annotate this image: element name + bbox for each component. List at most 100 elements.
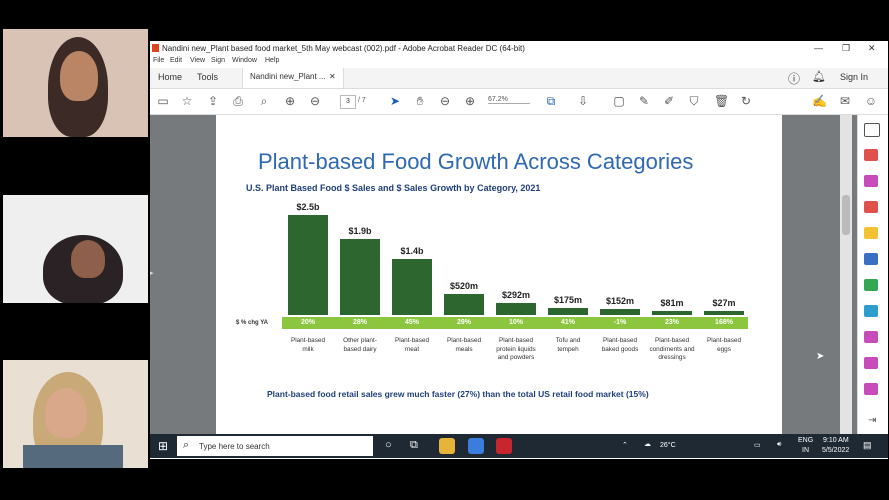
tab-home[interactable]: Home xyxy=(158,72,182,82)
tray-overflow-icon[interactable]: ⌃ xyxy=(622,441,628,449)
select-cursor-icon[interactable]: ➤ xyxy=(388,94,402,108)
category-label: Plant-based eggs xyxy=(706,337,742,353)
comment-icon[interactable]: ▢ xyxy=(612,94,626,108)
menu-view[interactable]: View xyxy=(190,57,205,64)
maximize-icon[interactable]: ❐ xyxy=(842,43,850,54)
print-icon[interactable]: ⎙ xyxy=(231,94,245,108)
comment-tool-icon[interactable] xyxy=(864,227,878,239)
notifications-icon[interactable]: ▤ xyxy=(863,440,872,451)
combine-files-icon[interactable] xyxy=(864,253,878,265)
help-icon[interactable]: ⓘ xyxy=(788,70,800,87)
bar-value-label: $520m xyxy=(449,281,479,292)
upload-cloud-icon[interactable]: ⇪ xyxy=(206,94,220,108)
edit-pdf-icon[interactable] xyxy=(864,175,878,187)
acrobat-app-icon xyxy=(152,44,159,52)
delete-icon[interactable]: 🗑︎ xyxy=(714,94,729,108)
scroll-mode-icon[interactable]: ⇩ xyxy=(576,94,590,108)
chart-bar xyxy=(600,308,640,315)
slide-subtitle: U.S. Plant Based Food $ Sales and $ Sale… xyxy=(246,183,541,193)
highlight-pen-icon[interactable]: ✎ xyxy=(637,94,651,108)
page-down-icon[interactable]: ⊖ xyxy=(308,94,322,108)
request-signature-icon[interactable] xyxy=(864,357,878,369)
bar-value-label: $1.9b xyxy=(348,226,372,236)
compress-pdf-icon[interactable] xyxy=(864,305,878,317)
sign-in-button[interactable]: Sign In xyxy=(840,72,868,82)
export-pdf-icon[interactable] xyxy=(864,201,878,213)
page-number-input[interactable]: 3 xyxy=(340,95,356,109)
left-panel-toggle-icon[interactable]: ▸ xyxy=(150,269,156,277)
taskbar-search-placeholder: Type here to search xyxy=(199,442,270,451)
clock-time[interactable]: 9:10 AM xyxy=(823,437,849,444)
category-label: Plant-based milk xyxy=(290,337,326,353)
participant-video-1[interactable] xyxy=(3,29,148,137)
chart-bar xyxy=(652,311,692,315)
participant-video-3[interactable] xyxy=(3,360,148,468)
zoom-level-select[interactable]: 67.2% xyxy=(488,96,530,104)
slide-title: Plant-based Food Growth Across Categorie… xyxy=(258,149,694,174)
clock-date[interactable]: 5/5/2022 xyxy=(822,447,849,454)
organize-pages-icon[interactable] xyxy=(864,279,878,291)
slide-footnote: Plant-based food retail sales grew much … xyxy=(267,389,649,399)
page-up-icon[interactable]: ⊕ xyxy=(283,94,297,108)
save-icon[interactable]: ▭ xyxy=(156,94,170,108)
stamp-icon[interactable]: ⛉ xyxy=(687,94,701,108)
participant-video-2[interactable] xyxy=(3,195,148,303)
language-indicator[interactable]: ENG xyxy=(798,437,813,444)
category-label: Plant-based meat xyxy=(394,337,430,353)
pct-change-value: 45% xyxy=(404,319,419,326)
email-icon[interactable]: ✉ xyxy=(838,94,852,108)
pct-change-value: 28% xyxy=(352,319,367,326)
more-tools-icon[interactable] xyxy=(864,383,878,395)
participant-3-shirt xyxy=(23,445,123,468)
category-label: Tofu and tempeh xyxy=(555,337,581,353)
fill-sign-icon[interactable]: ✍ xyxy=(812,94,827,108)
cortana-icon[interactable]: ○ xyxy=(385,439,392,451)
taskbar-search-box[interactable]: ⌕ Type here to search xyxy=(177,436,373,456)
temperature[interactable]: 26°C xyxy=(660,442,676,449)
menu-bar: File Edit View Sign Window Help xyxy=(150,56,888,68)
rotate-icon[interactable]: ↻ xyxy=(739,94,753,108)
region-indicator[interactable]: IN xyxy=(802,447,809,454)
teams-app-icon[interactable] xyxy=(468,438,484,454)
notification-bell-icon[interactable]: 🔔︎ xyxy=(812,70,826,83)
network-icon[interactable]: ▭ xyxy=(754,441,761,449)
search-icon: ⌕ xyxy=(183,439,190,451)
zoom-in-icon[interactable]: ⊕ xyxy=(463,94,477,108)
create-pdf-icon[interactable] xyxy=(864,149,878,161)
tab-document[interactable]: Nandini new_Plant ... ✕ xyxy=(242,68,344,88)
search-icon[interactable]: ⌕ xyxy=(257,94,271,108)
pct-change-label: $ % chg YA xyxy=(236,320,269,326)
task-view-icon[interactable]: ⧉ xyxy=(410,439,418,452)
draw-icon[interactable]: ✐ xyxy=(662,94,676,108)
tab-bar: Home Tools Nandini new_Plant ... ✕ ⓘ 🔔︎ … xyxy=(150,68,888,89)
rail-collapse-icon[interactable]: ⇥ xyxy=(868,415,876,426)
tab-close-icon[interactable]: ✕ xyxy=(329,72,336,81)
fill-sign-tool-icon[interactable] xyxy=(864,331,878,343)
menu-help[interactable]: Help xyxy=(265,57,279,64)
tab-tools[interactable]: Tools xyxy=(197,72,218,82)
zoom-search-icon[interactable] xyxy=(864,123,880,137)
category-label: Plant-based baked goods xyxy=(601,337,639,353)
fit-page-icon[interactable]: ⧉ xyxy=(544,94,558,108)
volume-icon[interactable]: 🔊︎ xyxy=(777,441,781,449)
pct-change-value: 29% xyxy=(456,319,471,326)
vertical-scrollbar[interactable] xyxy=(840,115,852,435)
chart-bar xyxy=(548,308,588,315)
menu-sign[interactable]: Sign xyxy=(211,57,225,64)
zoom-out-icon[interactable]: ⊖ xyxy=(438,94,452,108)
windows-start-icon[interactable]: ⊞ xyxy=(158,439,168,453)
menu-window[interactable]: Window xyxy=(232,57,257,64)
hand-tool-icon[interactable]: ✋︎ xyxy=(413,94,427,108)
pct-change-value: 10% xyxy=(508,319,523,326)
page-count: / 7 xyxy=(358,97,366,104)
menu-edit[interactable]: Edit xyxy=(170,57,182,64)
minimize-icon[interactable]: — xyxy=(814,43,823,53)
acrobat-taskbar-icon[interactable] xyxy=(496,438,512,454)
window-title: Nandini new_Plant based food market_5th … xyxy=(162,44,525,53)
menu-file[interactable]: File xyxy=(153,57,164,64)
close-icon[interactable]: ✕ xyxy=(868,43,876,54)
share-user-icon[interactable]: ☺ xyxy=(864,94,878,108)
chrome-icon[interactable] xyxy=(439,438,455,454)
bookmark-star-icon[interactable]: ☆ xyxy=(180,94,194,108)
scrollbar-thumb[interactable] xyxy=(842,195,850,235)
